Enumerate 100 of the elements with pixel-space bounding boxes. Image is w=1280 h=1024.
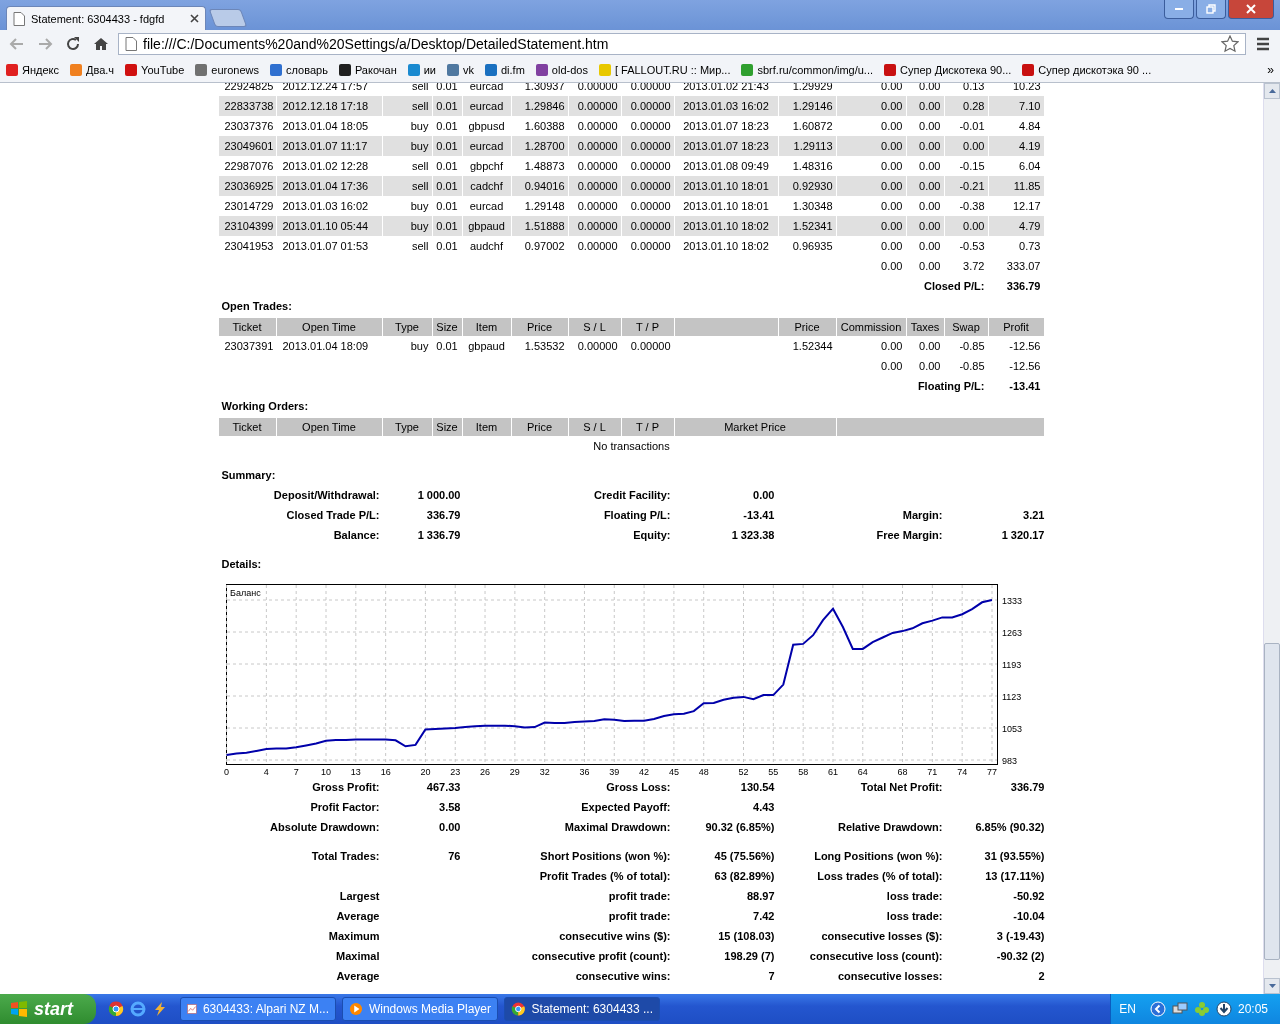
- bookmark[interactable]: euronews: [195, 63, 259, 76]
- more-bookmarks-button[interactable]: »: [1267, 62, 1274, 77]
- table-cell: 0.00000: [568, 96, 622, 116]
- table-cell: 0.92930: [778, 176, 837, 196]
- section-title: Working Orders:: [220, 399, 310, 414]
- bookmark-star-icon[interactable]: [1221, 34, 1239, 53]
- table-cell: 0.00000: [568, 136, 622, 156]
- bookmark[interactable]: di.fm: [485, 63, 525, 76]
- field-label: Average: [335, 909, 380, 924]
- table-cell: 2013.01.07 11:17: [276, 136, 383, 156]
- network-icon[interactable]: [1171, 1001, 1188, 1017]
- taskbar-button[interactable]: 6304433: Alpari NZ M...: [180, 997, 336, 1021]
- column-header: Item: [462, 418, 512, 436]
- table-cell: eurcad: [462, 96, 512, 116]
- table-cell: 0.01: [432, 96, 463, 116]
- browser-icon[interactable]: [108, 1001, 124, 1017]
- bookmark[interactable]: Два.ч: [70, 63, 115, 76]
- column-header: Profit: [988, 318, 1045, 336]
- bookmark[interactable]: Супер дискотэка 90 ...: [1022, 63, 1152, 76]
- column-header: Ticket: [218, 318, 277, 336]
- bookmark[interactable]: Яндекс: [6, 63, 59, 76]
- up-arrow-icon[interactable]: [1268, 89, 1276, 93]
- column-header: Open Time: [276, 318, 383, 336]
- table-cell: 4.19: [988, 136, 1045, 156]
- tick-label: 13: [350, 767, 361, 777]
- field-value: 130.54: [739, 780, 775, 795]
- section-title: Open Trades:: [220, 299, 293, 314]
- table-cell: 0.00000: [568, 236, 622, 256]
- field-label: Average: [335, 969, 380, 984]
- download-icon[interactable]: [1215, 1001, 1232, 1017]
- bookmark[interactable]: old-dos: [535, 63, 588, 76]
- scrollbar[interactable]: [1263, 83, 1280, 994]
- field-label: Floating P/L:: [602, 508, 671, 523]
- expand-tray-icon[interactable]: [1149, 1001, 1166, 1017]
- bookmark[interactable]: vk: [447, 63, 474, 76]
- field-value: 63 (82.89%): [713, 869, 775, 884]
- field-label: Balance:: [332, 528, 380, 543]
- bookmark[interactable]: [ FALLOUT.RU :: Мир...: [598, 63, 731, 76]
- table-cell: sell: [382, 176, 433, 196]
- column-header: Price: [511, 418, 569, 436]
- taskbar-button[interactable]: Statement: 6304433 ...: [504, 997, 660, 1021]
- table-cell: 0.96935: [778, 236, 837, 256]
- column-header: Size: [432, 418, 463, 436]
- table-cell: cadchf: [462, 176, 512, 196]
- section-title: Details:: [220, 557, 263, 572]
- table-cell: 23036925: [218, 176, 277, 196]
- lightning-icon[interactable]: [152, 1001, 168, 1017]
- table-cell: 2013.01.10 18:01: [674, 176, 779, 196]
- column-header: Type: [382, 418, 433, 436]
- menu-icon[interactable]: [1255, 35, 1271, 52]
- tick-label: 71: [926, 767, 937, 777]
- table-cell: buy: [382, 216, 433, 236]
- home-icon[interactable]: [93, 35, 109, 52]
- bookmark[interactable]: Ракочан: [338, 63, 397, 76]
- table-cell: 0.00: [906, 176, 945, 196]
- field-label: Short Positions (won %):: [539, 849, 671, 864]
- tick-label: 39: [608, 767, 619, 777]
- field-label: Total Net Profit:: [859, 780, 943, 795]
- browser-tab[interactable]: Statement: 6304433 - fdgfd: [6, 6, 206, 30]
- column-header: T / P: [621, 418, 675, 436]
- bookmark[interactable]: sbrf.ru/common/img/u...: [741, 63, 874, 76]
- tick-label: 68: [897, 767, 908, 777]
- column-header: S / L: [568, 418, 622, 436]
- table-cell: 0.00: [944, 136, 989, 156]
- field-value: -90.32 (2): [995, 949, 1045, 964]
- restore-button[interactable]: [1196, 0, 1226, 19]
- taskbar-button[interactable]: Windows Media Player: [342, 997, 498, 1021]
- field-value: 3.58: [438, 800, 461, 815]
- close-button[interactable]: [1228, 0, 1274, 19]
- table-cell: 2013.01.04 17:36: [276, 176, 383, 196]
- field-label: profit trade:: [607, 889, 671, 904]
- column-header: Type: [382, 318, 433, 336]
- field-label: Loss trades (% of total):: [816, 869, 943, 884]
- tick-label: 42: [638, 767, 649, 777]
- field-value: -13.41: [742, 508, 775, 523]
- tick-label: 1123: [1001, 691, 1021, 702]
- reload-icon[interactable]: [65, 35, 81, 52]
- minimize-button[interactable]: [1164, 0, 1194, 19]
- field-label: Credit Facility:: [593, 488, 671, 503]
- bookmark[interactable]: словарь: [270, 63, 328, 76]
- internet-explorer-icon[interactable]: [130, 1001, 146, 1017]
- table-cell: 2013.01.10 05:44: [276, 216, 383, 236]
- address-bar[interactable]: file:///C:/Documents%20and%20Settings/a/Desktop/DetailedStatement.htm: [118, 32, 1246, 55]
- bookmark[interactable]: YouTube: [125, 63, 185, 76]
- scroll-thumb[interactable]: [1264, 642, 1280, 961]
- bookmark[interactable]: ии: [407, 63, 436, 76]
- bookmark[interactable]: Супер Дискотека 90...: [884, 63, 1012, 76]
- tick-label: 48: [698, 767, 709, 777]
- table-cell: buy: [382, 336, 433, 356]
- field-value: 1 000.00: [416, 488, 461, 503]
- start-button[interactable]: start: [0, 994, 96, 1024]
- table-cell: 0.01: [432, 236, 463, 256]
- tick-label: 77: [986, 767, 997, 777]
- down-arrow-icon[interactable]: [1268, 984, 1276, 988]
- tick-label: 23: [449, 767, 460, 777]
- table-cell: 0.00: [836, 216, 907, 236]
- field-value: 31 (93.55%): [983, 849, 1045, 864]
- close-icon[interactable]: [190, 14, 199, 23]
- field-label: Profit Trades (% of total):: [538, 869, 671, 884]
- total-cell: 0.00: [836, 356, 907, 376]
